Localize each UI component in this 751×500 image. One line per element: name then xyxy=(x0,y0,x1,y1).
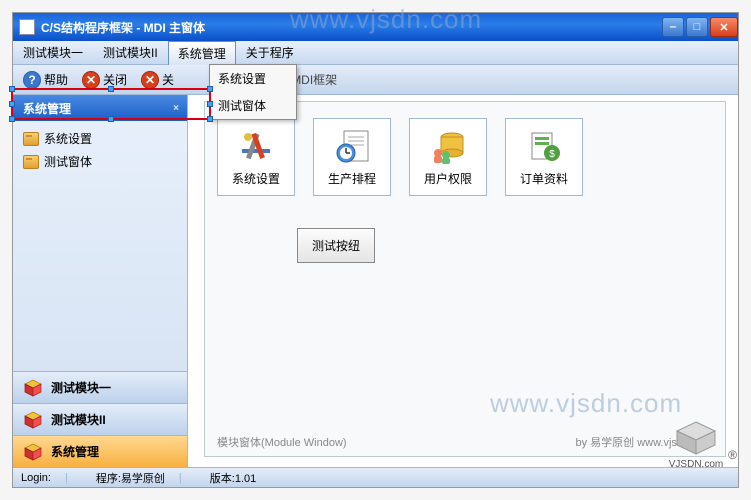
minimize-button[interactable]: ‒ xyxy=(662,17,684,37)
close-button[interactable]: ✕ 关闭 xyxy=(78,69,131,91)
svg-text:$: $ xyxy=(549,149,555,160)
tree-item-system-settings[interactable]: 系统设置 xyxy=(17,127,183,150)
card-label: 订单资料 xyxy=(520,170,568,187)
status-version: 版本:1.01 xyxy=(210,470,256,486)
dropdown-test-window[interactable]: 测试窗体 xyxy=(210,92,296,119)
maximize-button[interactable]: □ xyxy=(686,17,708,37)
nav-test-module-1[interactable]: 测试模块一 xyxy=(13,371,187,403)
card-order-data[interactable]: $ 订单资料 xyxy=(505,118,583,196)
mdi-child-window: 系统设置 生产排程 用户权限 $ 订单资料 xyxy=(204,101,726,457)
menu-dropdown: 系统设置 测试窗体 xyxy=(209,64,297,120)
icon-grid: 系统设置 生产排程 用户权限 $ 订单资料 xyxy=(217,118,713,196)
dropdown-system-settings[interactable]: 系统设置 xyxy=(210,65,296,92)
statusbar: Login: | 程序:易学原创 | 版本:1.01 xyxy=(13,467,738,487)
card-label: 系统设置 xyxy=(232,170,280,187)
card-system-settings[interactable]: 系统设置 xyxy=(217,118,295,196)
tree-item-test-window[interactable]: 测试窗体 xyxy=(17,150,183,173)
menu-test-module-1[interactable]: 测试模块一 xyxy=(13,40,93,65)
cube-icon xyxy=(23,410,43,430)
nav-system-manage[interactable]: 系统管理 xyxy=(13,435,187,467)
card-user-permissions[interactable]: 用户权限 xyxy=(409,118,487,196)
mdi-area: 系统设置 生产排程 用户权限 $ 订单资料 xyxy=(188,95,738,467)
folder-icon xyxy=(23,132,39,146)
sidebar-nav: 测试模块一 测试模块II 系统管理 xyxy=(13,371,187,467)
folder-icon xyxy=(23,155,39,169)
status-program: 程序:易学原创 xyxy=(96,470,165,486)
order-icon: $ xyxy=(524,128,564,166)
nav-label: 系统管理 xyxy=(51,443,99,460)
menu-test-module-2[interactable]: 测试模块II xyxy=(93,40,168,65)
test-button[interactable]: 测试按纽 xyxy=(297,228,375,263)
toolbar: ? 帮助 ✕ 关闭 ✕ 关 oolbar | 参考MDI框架 xyxy=(13,65,738,95)
titlebar: C/S结构程序框架 - MDI 主窗体 ‒ □ ✕ xyxy=(13,13,738,41)
menu-about[interactable]: 关于程序 xyxy=(236,40,304,65)
sidebar-header: 系统管理 × xyxy=(13,95,187,121)
cube-icon xyxy=(23,442,43,462)
help-label: 帮助 xyxy=(44,71,68,88)
help-button[interactable]: ? 帮助 xyxy=(19,69,72,91)
nav-label: 测试模块一 xyxy=(51,379,111,396)
nav-test-module-2[interactable]: 测试模块II xyxy=(13,403,187,435)
sidebar-tree: 系统设置 测试窗体 xyxy=(13,121,187,371)
help-icon: ? xyxy=(23,71,41,89)
card-label: 生产排程 xyxy=(328,170,376,187)
content-area: 系统管理 × 系统设置 测试窗体 测试模块一 xyxy=(13,95,738,467)
nav-label: 测试模块II xyxy=(51,411,106,428)
menubar: 测试模块一 测试模块II 系统管理 关于程序 xyxy=(13,41,738,65)
mdi-footer: 模块窗体(Module Window) by 易学原创 www.vjsdn.co… xyxy=(217,434,713,450)
mdi-footer-left: 模块窗体(Module Window) xyxy=(217,434,347,450)
status-login: Login: xyxy=(21,472,51,484)
window-title: C/S结构程序框架 - MDI 主窗体 xyxy=(41,19,660,36)
sidebar: 系统管理 × 系统设置 测试窗体 测试模块一 xyxy=(13,95,188,467)
close-label: 关闭 xyxy=(103,71,127,88)
users-db-icon xyxy=(428,128,468,166)
tree-label: 系统设置 xyxy=(44,130,92,147)
card-production-schedule[interactable]: 生产排程 xyxy=(313,118,391,196)
close-window-button[interactable]: ✕ xyxy=(710,17,738,37)
close-icon: ✕ xyxy=(141,71,159,89)
sidebar-title: 系统管理 xyxy=(23,100,71,117)
close-short-label: 关 xyxy=(162,71,174,88)
app-window: C/S结构程序框架 - MDI 主窗体 ‒ □ ✕ 测试模块一 测试模块II 系… xyxy=(12,12,739,488)
mdi-footer-right: by 易学原创 www.vjsdn.com xyxy=(575,434,713,450)
menu-system-manage[interactable]: 系统管理 xyxy=(168,41,236,65)
cube-icon xyxy=(23,378,43,398)
sidebar-pin-icon[interactable]: × xyxy=(173,103,179,114)
tree-label: 测试窗体 xyxy=(44,153,92,170)
card-label: 用户权限 xyxy=(424,170,472,187)
tools-icon xyxy=(236,128,276,166)
app-icon xyxy=(19,19,35,35)
close-icon: ✕ xyxy=(82,71,100,89)
clock-document-icon xyxy=(332,128,372,166)
close-short-button[interactable]: ✕ 关 xyxy=(137,69,178,91)
